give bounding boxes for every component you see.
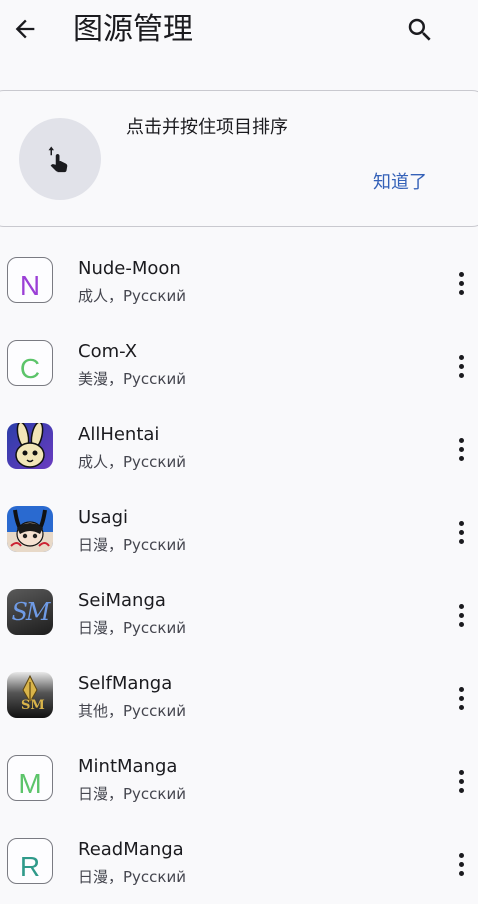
source-name: SeiManga <box>78 590 166 611</box>
list-item[interactable]: AllHentai 成人，Русский <box>0 406 478 489</box>
source-name: AllHentai <box>78 424 160 445</box>
more-options-button[interactable] <box>449 849 473 879</box>
source-name: Com-X <box>78 341 138 362</box>
search-button[interactable] <box>402 12 438 48</box>
allhentai-logo-icon <box>7 423 53 469</box>
source-subtitle: 美漫，Русский <box>78 370 186 388</box>
back-button[interactable] <box>8 12 42 46</box>
source-icon-letter: N <box>19 270 41 301</box>
more-options-button[interactable] <box>449 268 473 298</box>
more-vert-icon <box>458 769 464 775</box>
touch-drag-icon <box>48 146 68 173</box>
source-icon-letter: R <box>19 851 41 882</box>
more-options-button[interactable] <box>449 766 473 796</box>
more-vert-icon <box>458 852 464 858</box>
seimanga-logo-icon: SM <box>7 589 53 635</box>
source-name: Usagi <box>78 507 129 528</box>
more-options-button[interactable] <box>449 600 473 630</box>
source-subtitle: 成人，Русский <box>78 287 186 305</box>
more-vert-icon <box>458 686 464 692</box>
list-item[interactable]: SM SelfManga 其他，Русский <box>0 655 478 738</box>
source-subtitle: 日漫，Русский <box>78 785 186 803</box>
search-icon <box>408 18 431 41</box>
more-options-button[interactable] <box>449 517 473 547</box>
source-subtitle: 其他，Русский <box>78 702 186 720</box>
source-icon: N <box>7 257 53 303</box>
source-icon: M <box>7 755 53 801</box>
source-subtitle: 日漫，Русский <box>78 868 186 886</box>
more-options-button[interactable] <box>449 434 473 464</box>
list-item[interactable]: R ReadManga 日漫，Русский <box>0 821 478 904</box>
source-subtitle: 日漫，Русский <box>78 619 186 637</box>
source-name: MintManga <box>78 756 178 777</box>
more-options-button[interactable] <box>449 351 473 381</box>
list-item[interactable]: C Com-X 美漫，Русский <box>0 323 478 406</box>
source-subtitle: 日漫，Русский <box>78 536 186 554</box>
list-item[interactable]: SM SeiManga 日漫，Русский <box>0 572 478 655</box>
page-title: 图源管理 <box>73 12 193 47</box>
list-item[interactable]: Usagi 日漫，Русский <box>0 489 478 572</box>
list-item[interactable]: N Nude-Moon 成人，Русский <box>0 240 478 323</box>
source-icon-letter: C <box>19 353 41 384</box>
more-vert-icon <box>458 603 464 609</box>
source-icon: C <box>7 340 53 386</box>
more-vert-icon <box>458 437 464 443</box>
source-name: Nude-Moon <box>78 258 181 279</box>
source-subtitle: 成人，Русский <box>78 453 186 471</box>
more-vert-icon <box>458 354 464 360</box>
more-vert-icon <box>458 271 464 277</box>
arrow-back-icon <box>15 19 35 39</box>
source-name: SelfManga <box>78 673 173 694</box>
dismiss-hint-button[interactable]: 知道了 <box>373 169 427 197</box>
source-name: ReadManga <box>78 839 184 860</box>
usagi-logo-icon <box>7 506 53 552</box>
source-icon-letter: M <box>18 768 42 799</box>
list-item[interactable]: M MintManga 日漫，Русский <box>0 738 478 821</box>
hint-text: 点击并按住项目排序 <box>126 117 288 138</box>
hint-icon-container <box>19 118 101 200</box>
selfmanga-logo-icon: SM <box>7 672 53 718</box>
more-options-button[interactable] <box>449 683 473 713</box>
selfmanga-logo-text: SM <box>21 698 45 713</box>
source-icon: R <box>7 838 53 884</box>
top-app-bar: 图源管理 <box>0 0 478 64</box>
more-vert-icon <box>458 520 464 526</box>
seimanga-logo-text: SM <box>11 598 50 626</box>
reorder-hint-card: 点击并按住项目排序 知道了 <box>0 90 478 227</box>
